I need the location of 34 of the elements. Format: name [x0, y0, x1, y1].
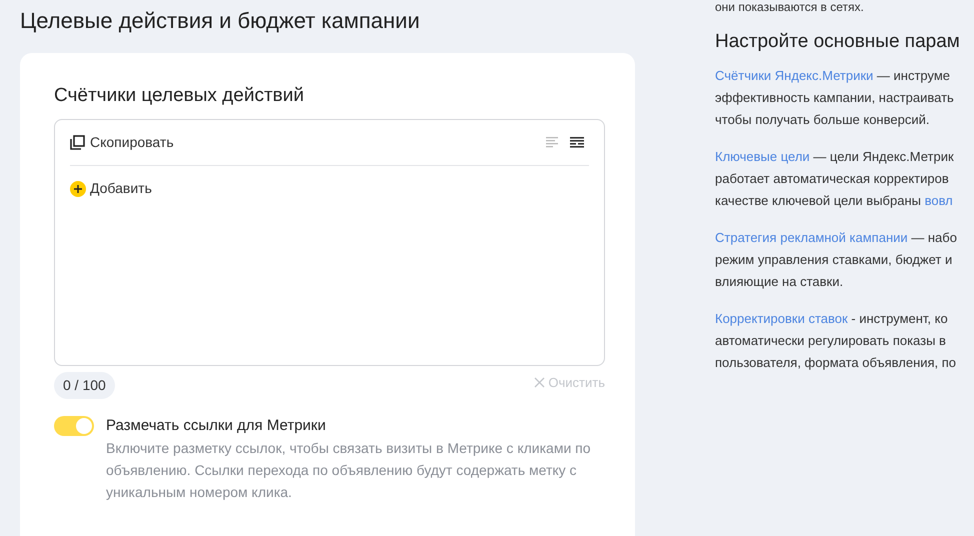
page-title: Целевые действия и бюджет кампании: [20, 7, 421, 35]
help-text: качестве ключевой цели выбраны: [715, 192, 922, 210]
help-title: Настройте основные парам: [715, 30, 961, 54]
help-text: влияющие на ставки.: [715, 273, 844, 291]
help-text: — набо: [910, 229, 957, 247]
editor-field[interactable]: Скопировать Добавить: [54, 119, 605, 366]
toggle-description: Включите разметку ссылок, чтобы связать визиты в Метрике с кликами по объявлению. Ссылки перехода по объявлению будут содержать метку с уникальным номером клика.: [106, 439, 592, 502]
plus-icon: [70, 180, 86, 196]
toggle-switch[interactable]: [54, 416, 94, 436]
help-text: автоматически регулировать показы в: [715, 332, 946, 350]
add-button[interactable]: Добавить: [70, 178, 152, 199]
help-top-line: они показываются в сетях.: [715, 0, 865, 14]
grouped-lines-icon[interactable]: [569, 136, 585, 150]
help-link[interactable]: вовл: [924, 190, 953, 212]
help-text: пользователя, формата объявления, по: [715, 354, 956, 372]
help-text: — цели Яндекс.Метрик: [812, 148, 954, 166]
help-text: режим управления ставками, бюджет и: [715, 251, 952, 269]
align-left-icon[interactable]: [545, 136, 561, 150]
help-text: - инструмент, ко: [850, 310, 948, 328]
help-link[interactable]: Корректировки ставок: [715, 308, 848, 330]
help-link[interactable]: Ключевые цели: [715, 146, 810, 168]
copy-icon: [70, 135, 85, 150]
help-text: — инструме: [876, 67, 950, 85]
help-text: работает автоматическая корректиров: [715, 170, 949, 188]
toggle-label: Размечать ссылки для Метрики: [106, 416, 327, 436]
help-text: чтобы получать больше конверсий.: [715, 111, 930, 129]
help-link[interactable]: Счётчики Яндекс.Метрики: [715, 65, 874, 87]
character-counter: 0 / 100: [54, 372, 115, 399]
close-icon: [534, 377, 546, 388]
help-text: эффективность кампании, настраивать: [715, 89, 954, 107]
copy-button[interactable]: Скопировать: [70, 132, 174, 153]
help-link[interactable]: Стратегия рекламной кампании: [715, 227, 908, 249]
card-title: Счётчики целевых действий: [54, 84, 305, 108]
clear-button[interactable]: Очистить: [534, 372, 605, 392]
